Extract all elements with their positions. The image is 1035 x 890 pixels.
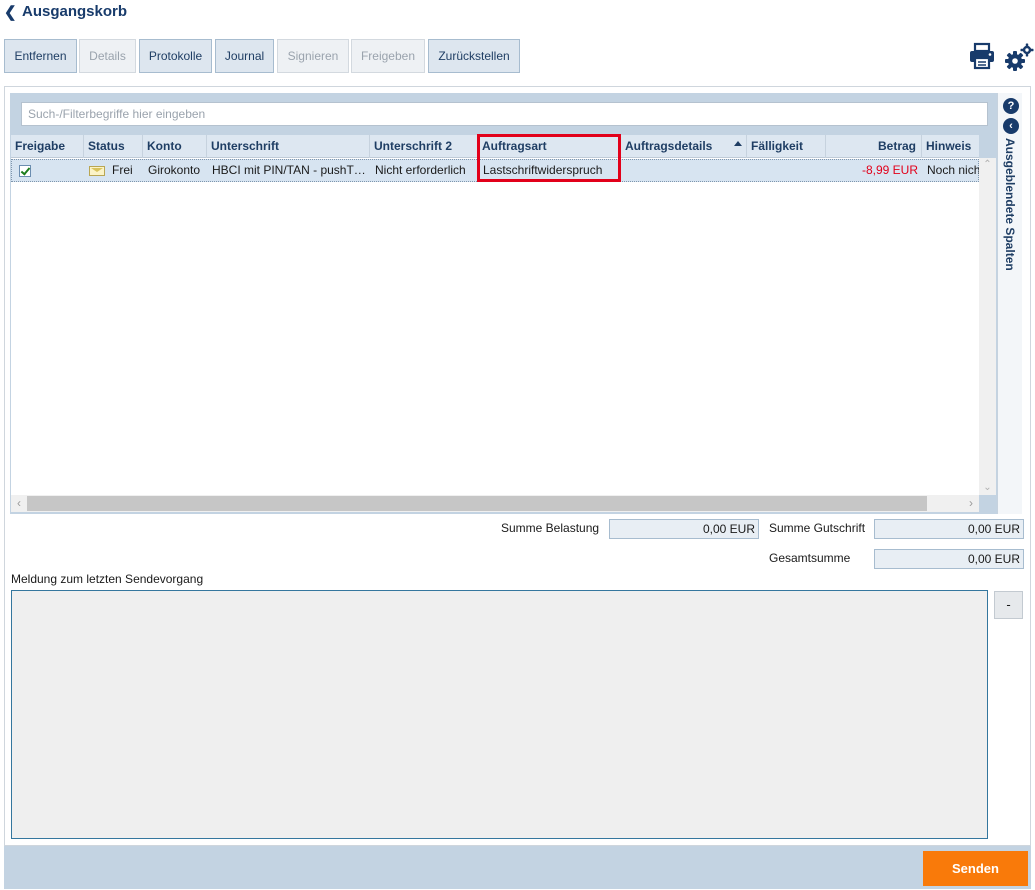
cell-unterschrift-2: Nicht erforderlich	[375, 163, 466, 177]
page-title: Ausgangskorb	[22, 3, 128, 20]
send-button[interactable]: Senden	[923, 851, 1028, 886]
question-icon[interactable]: ?	[1003, 98, 1019, 114]
column-header-faelligkeit[interactable]: Fälligkeit	[747, 135, 826, 158]
highlight-box	[477, 134, 621, 182]
chevron-left-icon[interactable]: ❮	[4, 4, 18, 22]
hidden-columns-label[interactable]: Ausgeblendete Spalten	[1003, 138, 1017, 271]
message-label: Meldung zum letzten Sendevorgang	[11, 572, 204, 586]
sum-total-label: Gesamtsumme	[769, 551, 851, 565]
scroll-down-icon[interactable]: ⌄	[979, 481, 996, 495]
column-header-auftragsdetails[interactable]: Auftragsdetails	[621, 135, 747, 158]
journal-button[interactable]: Journal	[215, 39, 274, 73]
cell-status: Frei	[112, 163, 133, 177]
column-header-freigabe[interactable]: Freigabe	[11, 135, 84, 158]
scroll-up-icon[interactable]: ⌃	[979, 158, 996, 172]
sum-credit-label: Summe Gutschrift	[769, 521, 866, 535]
cell-auftragsdetails	[622, 160, 748, 181]
column-header-unterschrift-2[interactable]: Unterschrift 2	[370, 135, 478, 158]
remove-button[interactable]: Entfernen	[4, 39, 77, 73]
release-checkbox[interactable]	[19, 165, 31, 177]
column-header-status[interactable]: Status	[84, 135, 143, 158]
column-header-hinweis[interactable]: Hinweis	[922, 135, 979, 158]
scroll-right-icon[interactable]: ›	[963, 495, 979, 512]
scroll-left-icon[interactable]: ‹	[11, 495, 27, 512]
cell-betrag: -8,99 EUR	[861, 163, 918, 177]
gears-icon[interactable]	[1004, 42, 1034, 72]
column-header-betrag[interactable]: Betrag	[826, 135, 922, 158]
defer-button[interactable]: Zurückstellen	[428, 39, 520, 73]
printer-icon[interactable]	[968, 42, 996, 70]
collapse-message-button[interactable]: -	[994, 591, 1023, 619]
table-body	[11, 158, 979, 495]
vertical-scrollbar[interactable]: ⌃ ⌄	[979, 158, 996, 495]
sign-button[interactable]: Signieren	[277, 39, 349, 73]
sort-ascending-icon	[734, 141, 742, 146]
message-area[interactable]	[11, 590, 988, 839]
cell-hinweis: Noch nich	[927, 163, 980, 177]
footer-bar	[4, 846, 1031, 889]
cell-faelligkeit	[748, 160, 827, 181]
column-header-unterschrift[interactable]: Unterschrift	[207, 135, 370, 158]
envelope-icon	[89, 166, 105, 176]
release-button[interactable]: Freigeben	[351, 39, 425, 73]
protocols-button[interactable]: Protokolle	[139, 39, 212, 73]
cell-unterschrift: HBCI mit PIN/TAN - pushT…	[212, 163, 366, 177]
scrollbar-thumb[interactable]	[27, 496, 927, 511]
cell-konto: Girokonto	[148, 163, 201, 177]
sum-total-field: 0,00 EUR	[874, 549, 1024, 569]
column-header-konto[interactable]: Konto	[143, 135, 207, 158]
sum-debit-field: 0,00 EUR	[609, 519, 759, 539]
search-input[interactable]	[21, 102, 988, 126]
sum-debit-label: Summe Belastung	[501, 521, 600, 535]
details-button[interactable]: Details	[79, 39, 136, 73]
chevron-left-circle-icon[interactable]: ‹	[1003, 118, 1019, 134]
horizontal-scrollbar[interactable]: ‹ ›	[11, 495, 979, 512]
sum-credit-field: 0,00 EUR	[874, 519, 1024, 539]
